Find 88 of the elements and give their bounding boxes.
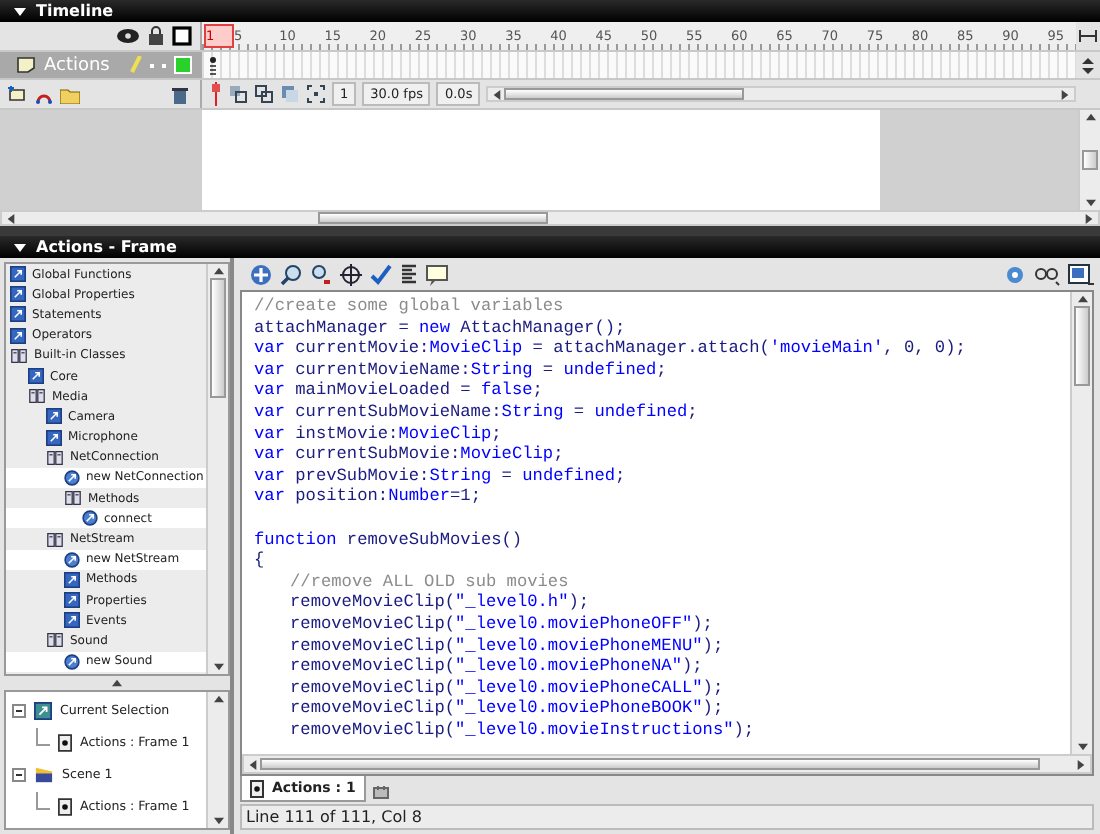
collapse-icon[interactable] — [12, 703, 26, 717]
method-icon — [82, 510, 98, 527]
code-line: removeMovieClip("_level0.movieInstructions"); — [288, 719, 757, 741]
scroll-thumb[interactable] — [318, 212, 548, 224]
method-icon — [64, 653, 80, 670]
code-line: removeMovieClip("_level0.moviePhoneNA"); — [288, 656, 705, 678]
horizontal-scrollbar[interactable] — [242, 754, 1092, 774]
code-line: var mainMovieLoaded = false; — [254, 380, 545, 402]
method-icon — [64, 469, 80, 486]
target-icon[interactable] — [340, 263, 362, 285]
horizontal-scrollbar[interactable] — [486, 86, 1076, 102]
scroll-thumb[interactable] — [1082, 150, 1098, 170]
panel-title: Actions - Frame — [36, 238, 177, 256]
collapse-arrow-icon[interactable] — [14, 241, 26, 253]
search-icon[interactable] — [280, 263, 302, 285]
vertical-scrollbar[interactable] — [206, 264, 228, 674]
code-line: removeMovieClip("_level0.moviePhoneBOOK"); — [288, 698, 726, 720]
code-line: removeMovieClip("_level0.moviePhoneOFF"); — [288, 613, 715, 635]
onion-skin-icon[interactable] — [254, 84, 274, 104]
vertical-scrollbar[interactable] — [1070, 292, 1092, 754]
pencil-icon — [130, 56, 142, 74]
code-line: { — [254, 550, 267, 572]
panel-header[interactable]: Timeline — [0, 0, 1100, 22]
scroll-thumb[interactable] — [504, 88, 745, 100]
code-line: var instMovie:MovieClip; — [254, 423, 504, 445]
collapse-icon[interactable] — [12, 767, 26, 781]
scroll-arrow-icon[interactable] — [213, 662, 223, 672]
code-line: attachManager = new AttachManager(); — [254, 317, 628, 339]
frame-view-menu-icon[interactable] — [1078, 28, 1098, 44]
scroll-arrow-icon[interactable] — [1077, 294, 1087, 304]
frame-script-icon — [58, 797, 72, 815]
panel-title: Timeline — [36, 2, 114, 20]
frame-script-icon — [250, 779, 264, 797]
eye-icon[interactable] — [116, 28, 140, 44]
scroll-arrow-icon[interactable] — [213, 266, 223, 276]
scroll-arrow-icon[interactable] — [6, 213, 16, 223]
scroll-arrow-icon[interactable] — [213, 816, 223, 826]
vertical-scrollbar[interactable] — [206, 692, 228, 828]
scroll-thumb[interactable] — [260, 758, 1040, 770]
add-icon[interactable] — [250, 263, 272, 285]
scroll-arrow-icon[interactable] — [492, 89, 503, 99]
code-line: var prevSubMovie:String = undefined; — [254, 465, 628, 487]
code-line: //create some global variables — [254, 296, 566, 318]
layer-color-swatch[interactable] — [174, 56, 192, 74]
scroll-thumb[interactable] — [1074, 306, 1090, 386]
scroll-arrow-icon[interactable] — [213, 694, 223, 704]
folder-icon[interactable] — [60, 85, 80, 103]
code-line: //remove ALL OLD sub movies — [288, 571, 571, 593]
clapperboard-icon — [34, 765, 54, 783]
format-icon[interactable] — [400, 263, 418, 285]
horizontal-scrollbar[interactable] — [0, 210, 1100, 226]
code-hint-icon[interactable] — [426, 263, 448, 285]
center-frame-icon[interactable] — [228, 84, 248, 104]
insert-layer-icon[interactable] — [8, 85, 28, 103]
layer-icon — [16, 56, 36, 74]
code-line: removeMovieClip("_level0.moviePhoneMENU"); — [288, 635, 726, 657]
scroll-arrow-icon[interactable] — [248, 759, 258, 769]
trash-icon[interactable] — [172, 85, 188, 103]
replace-icon[interactable] — [310, 263, 332, 285]
scroll-arrow-icon[interactable] — [1085, 112, 1095, 122]
collapse-arrow-icon[interactable] — [14, 5, 26, 17]
panel-header[interactable]: Actions - Frame — [0, 236, 1100, 258]
vertical-scrollbar[interactable] — [1078, 110, 1100, 210]
pin-icon[interactable] — [371, 784, 392, 802]
status-bar: Line 111 of 111, Col 8 — [240, 804, 1094, 830]
code-line: var currentSubMovie:MovieClip; — [254, 444, 566, 466]
scroll-arrows-icon[interactable] — [1082, 55, 1094, 75]
frame-script-icon — [58, 733, 72, 751]
keyframe-icon — [208, 53, 218, 77]
debug-icon[interactable] — [1004, 263, 1026, 285]
code-line: var currentSubMovieName:String = undefined; — [254, 401, 700, 424]
lock-icon[interactable] — [148, 26, 164, 46]
code-line: var currentMovieName:String = undefined; — [254, 359, 669, 381]
selection-icon — [34, 701, 52, 719]
edit-frames-icon[interactable] — [306, 84, 326, 104]
check-icon[interactable] — [370, 263, 392, 285]
outline-icon[interactable] — [172, 26, 192, 46]
glasses-icon[interactable] — [1034, 263, 1060, 285]
code-line: removeMovieClip("_level0.moviePhoneCALL"); — [288, 677, 726, 699]
scroll-arrow-icon[interactable] — [1060, 89, 1070, 99]
scroll-thumb[interactable] — [210, 278, 226, 398]
view-options-icon[interactable] — [1068, 263, 1094, 285]
code-line: removeMovieClip("_level0.h"); — [288, 592, 592, 614]
code-line: var position:Number=1; — [254, 486, 483, 508]
code-line: function removeSubMovies() — [254, 529, 525, 551]
playhead-icon[interactable] — [210, 82, 222, 106]
code-line: var currentMovie:MovieClip = attachManager.attach('movieMain', 0, 0); — [254, 338, 968, 360]
method-icon — [64, 551, 80, 568]
